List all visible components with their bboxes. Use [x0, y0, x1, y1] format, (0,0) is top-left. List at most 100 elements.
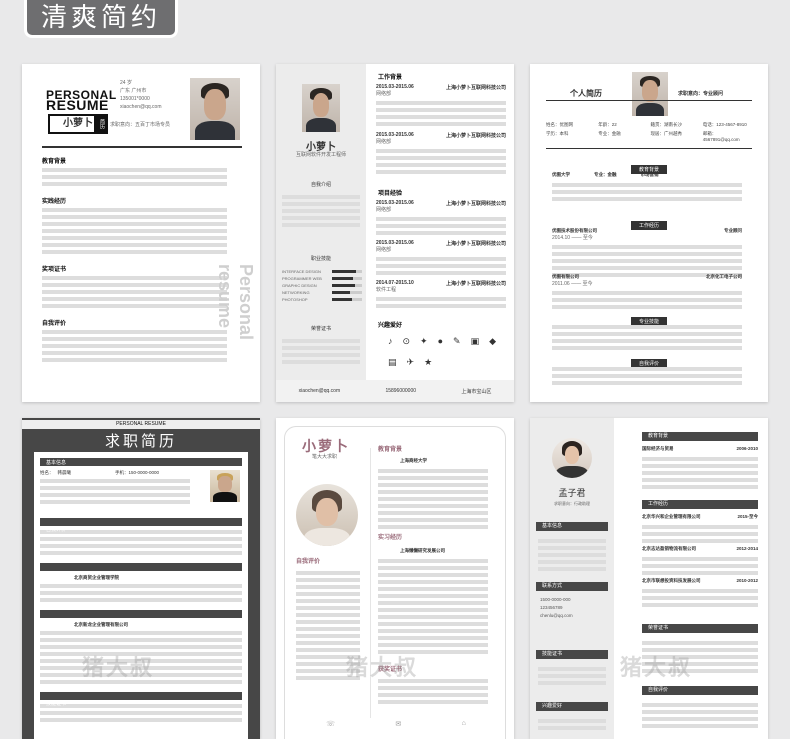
section-work: 工作经历 [648, 501, 669, 507]
contact-phone: 1500-0000-000 [540, 597, 571, 602]
info-phone: 135001*0000 [120, 96, 150, 102]
section-education: 教育背景 [42, 159, 67, 165]
divider [546, 100, 752, 101]
resume-card-4[interactable]: PERSONAL RESUME 求职简历 基本信息 姓名： 韩晨曦 手机：150-0… [22, 418, 260, 739]
edu-date: 2006-2010 [736, 446, 758, 451]
job2-date: 2011.06 —— 至今 [552, 281, 593, 287]
side-section-contact: 联系方式 [542, 583, 563, 589]
job3-company: 北京市联想投资科技发展公司 [642, 578, 701, 583]
resume-card-2[interactable]: 小萝卜 互联网软件开发工程师 自我介绍 职业技能 INTERFACE DESIG… [276, 64, 514, 402]
skill-bar-fill [332, 277, 353, 280]
name-value: 韩晨曦 [57, 470, 72, 475]
section-education: 教育背景 [378, 447, 403, 453]
skill-bar [332, 284, 362, 287]
info-location: 广东 广州市 [120, 88, 147, 94]
project-date: 2015.03-2015.06 [376, 200, 414, 206]
projects-list: 2015.03-2015.06 上海小萝卜互联网科技公司 网络部 2015.03-… [376, 200, 506, 311]
resume-title-line2: RESUME [46, 97, 109, 113]
section-education: 教育背景 [648, 433, 669, 439]
job-company: 上海小萝卜互联网科技公司 [445, 85, 506, 91]
skill-bar-fill [332, 298, 352, 301]
company-text: 北京新龙企业管理有限公司 [74, 622, 128, 627]
resume-card-3[interactable]: 个人简历 求职意向：专业顾问 姓名：优图网 年龄：22 籍贯：湖南长沙 电话：123-… [530, 64, 768, 402]
music-icon: ♪ [388, 336, 393, 346]
phone-text: 手机：150-0000-0000 [115, 470, 160, 475]
skill-bar-fill [332, 284, 355, 287]
skill-bar [332, 291, 362, 294]
info-item: 电话：123-4567-8910 [702, 122, 747, 127]
location-icon: ⌂ [461, 720, 466, 727]
footer-phone: 15896000000 [385, 388, 417, 394]
name-text: 小萝卜 [306, 142, 336, 153]
portrait-photo [190, 78, 240, 140]
side-section-intro: 自我介绍 [310, 182, 331, 188]
basic-info-header: 基本信息 [40, 458, 242, 466]
name-text: 孟子君 [558, 488, 586, 498]
card1-sections: 教育背景 实践经历 奖项证书 自我评价 [42, 156, 227, 365]
cycling-icon: ⊙ [402, 336, 411, 346]
info-item: 学历：本科 [546, 131, 569, 136]
role-text: 求职意向：行政助理 [554, 501, 590, 506]
footer-bar: xiaochen@qq.com 15896000000 上海市宝山区 [276, 380, 514, 402]
title-text: 个人简历 [570, 89, 602, 98]
subtitle-text: 笔大大求职 [312, 454, 338, 460]
section-basic: 基本信息 [46, 459, 67, 466]
info-item: 邮箱：4567891@qq.com [702, 131, 740, 142]
section-work: 工作背景 [378, 75, 403, 81]
info-item: 姓名：优图网 [546, 122, 573, 127]
resume-card-6[interactable]: 孟子君 求职意向：行政助理 基本信息 联系方式 1500-0000-000 12… [530, 418, 768, 739]
job-company: 上海小萝卜互联网科技公司 [445, 133, 506, 139]
book-icon: ▤ [388, 357, 397, 367]
name-tag: 简历 [94, 116, 106, 132]
subtitle-text: 互联网软件开发工程师 [295, 152, 346, 158]
job1-date: 2015-至今 [737, 514, 758, 519]
resume-card-1[interactable]: PERSONAL RESUME 小萝卜 简历 24 岁 广东 广州市 13500… [22, 64, 260, 402]
contact-qq: 123456789 [540, 605, 563, 610]
job2-role: 北京化工电子公司 [706, 274, 742, 279]
name-text: 小萝卜 [302, 438, 350, 454]
star-icon: ★ [424, 357, 433, 367]
hobby-icons: ♪ ⊙ ✦ ● ✎ ▣ ◆ ▤ ✈ ★ [388, 336, 498, 368]
job1-date: 2014.10 —— 至今 [552, 235, 593, 241]
intro-lines [282, 192, 360, 230]
project-company: 上海小萝卜互联网科技公司 [445, 241, 506, 247]
camera-icon: ▣ [470, 336, 480, 346]
watermark: 猪大叔 [346, 655, 419, 680]
vertical-watermark: Personal resume [215, 264, 256, 341]
job-date: 2015.03-2015.06 [376, 132, 414, 138]
project-company: 上海小萝卜互联网科技公司 [445, 281, 506, 287]
section-self-eval: 自我评价 [46, 527, 67, 533]
award-lines [282, 336, 360, 367]
paint-icon: ✎ [453, 336, 461, 346]
edu-school: 优图大学 [552, 172, 570, 177]
side-section-basic: 基本信息 [542, 523, 563, 529]
portrait-photo [632, 72, 668, 116]
project-dept: 网络部 [376, 207, 392, 213]
name-text: 小萝卜 [63, 118, 93, 129]
job-dept: 网络部 [376, 91, 392, 97]
job1-company: 北京华兴和企业管理有限公司 [642, 514, 701, 519]
section-self-eval: 自我评价 [648, 687, 669, 693]
project-date: 2015.03-2015.06 [376, 240, 414, 246]
resume-card-5[interactable]: 小萝卜 笔大大求职 自我评价 教育背景 上海商经大学 实习经历 上海懒懒研究发展… [276, 418, 514, 739]
running-icon: ✦ [420, 336, 428, 346]
banner-title: 清爽简约 [24, 0, 178, 38]
school-text: 上海商经大学 [400, 458, 427, 463]
skill-bar [332, 298, 362, 301]
portrait-photo [210, 470, 240, 502]
info-intention: 求职意向：五百丁市场专员 [110, 122, 171, 128]
job3-date: 2010-2012 [736, 578, 758, 583]
intention-text: 求职意向：专业顾问 [678, 91, 724, 97]
skill-bar-fill [332, 291, 350, 294]
skill-bar-fill [332, 270, 356, 273]
edu-major: 专业：金融 [594, 172, 617, 177]
section-awards: 荣誉证书 [648, 625, 669, 631]
divider [42, 146, 242, 148]
section-awards: 奖项证书 [42, 267, 67, 273]
portrait-circle [296, 484, 358, 546]
skill-name: PROGRAMMER WEB [282, 276, 322, 281]
side-section-skills: 职业技能 [310, 256, 331, 262]
skill-name: GRAPHIC DESIGN [282, 283, 317, 288]
portrait-photo [302, 84, 340, 132]
info-item: 专业：金融 [598, 131, 621, 136]
